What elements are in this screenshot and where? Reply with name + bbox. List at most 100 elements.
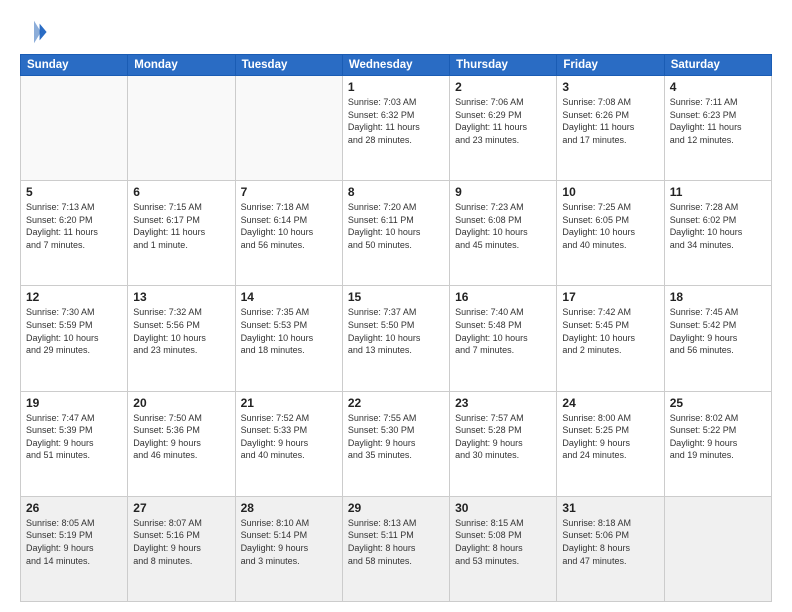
calendar-cell: 1 Sunrise: 7:03 AM Sunset: 6:32 PM Daylig… (342, 76, 449, 181)
week-row-2: 5 Sunrise: 7:13 AM Sunset: 6:20 PM Daylig… (21, 181, 772, 286)
week-row-4: 19Sunrise: 7:47 AM Sunset: 5:39 PM Dayli… (21, 391, 772, 496)
calendar-cell: 5 Sunrise: 7:13 AM Sunset: 6:20 PM Daylig… (21, 181, 128, 286)
weekday-header-friday: Friday (557, 55, 664, 76)
day-number: 17 (562, 290, 658, 304)
cell-info: Sunrise: 7:50 AM Sunset: 5:36 PM Dayligh… (133, 412, 229, 462)
page: SundayMondayTuesdayWednesdayThursdayFrid… (0, 0, 792, 612)
cell-info: Sunrise: 8:18 AM Sunset: 5:06 PM Dayligh… (562, 517, 658, 567)
day-number: 11 (670, 185, 766, 199)
weekday-header-tuesday: Tuesday (235, 55, 342, 76)
calendar-cell: 17Sunrise: 7:42 AM Sunset: 5:45 PM Dayli… (557, 286, 664, 391)
calendar-cell: 27 Sunrise: 8:07 AM Sunset: 5:16 PM Dayli… (128, 496, 235, 601)
cell-info: Sunrise: 7:23 AM Sunset: 6:08 PM Dayligh… (455, 201, 551, 251)
calendar-cell: 14 Sunrise: 7:35 AM Sunset: 5:53 PM Dayli… (235, 286, 342, 391)
cell-info: Sunrise: 8:02 AM Sunset: 5:22 PM Dayligh… (670, 412, 766, 462)
calendar-cell (664, 496, 771, 601)
day-number: 27 (133, 501, 229, 515)
cell-info: Sunrise: 7:18 AM Sunset: 6:14 PM Dayligh… (241, 201, 337, 251)
day-number: 12 (26, 290, 122, 304)
cell-info: Sunrise: 7:08 AM Sunset: 6:26 PM Dayligh… (562, 96, 658, 146)
cell-info: Sunrise: 7:45 AM Sunset: 5:42 PM Dayligh… (670, 306, 766, 356)
cell-info: Sunrise: 7:11 AM Sunset: 6:23 PM Dayligh… (670, 96, 766, 146)
calendar-cell: 24Sunrise: 8:00 AM Sunset: 5:25 PM Dayli… (557, 391, 664, 496)
calendar-cell: 10Sunrise: 7:25 AM Sunset: 6:05 PM Dayli… (557, 181, 664, 286)
day-number: 5 (26, 185, 122, 199)
cell-info: Sunrise: 7:40 AM Sunset: 5:48 PM Dayligh… (455, 306, 551, 356)
day-number: 2 (455, 80, 551, 94)
cell-info: Sunrise: 7:25 AM Sunset: 6:05 PM Dayligh… (562, 201, 658, 251)
calendar-cell: 21Sunrise: 7:52 AM Sunset: 5:33 PM Dayli… (235, 391, 342, 496)
day-number: 24 (562, 396, 658, 410)
cell-info: Sunrise: 8:07 AM Sunset: 5:16 PM Dayligh… (133, 517, 229, 567)
week-row-5: 26 Sunrise: 8:05 AM Sunset: 5:19 PM Dayli… (21, 496, 772, 601)
cell-info: Sunrise: 7:28 AM Sunset: 6:02 PM Dayligh… (670, 201, 766, 251)
day-number: 29 (348, 501, 444, 515)
day-number: 26 (26, 501, 122, 515)
cell-info: Sunrise: 7:30 AM Sunset: 5:59 PM Dayligh… (26, 306, 122, 356)
day-number: 30 (455, 501, 551, 515)
cell-info: Sunrise: 7:06 AM Sunset: 6:29 PM Dayligh… (455, 96, 551, 146)
weekday-header-monday: Monday (128, 55, 235, 76)
calendar-cell: 4 Sunrise: 7:11 AM Sunset: 6:23 PM Daylig… (664, 76, 771, 181)
day-number: 9 (455, 185, 551, 199)
calendar-cell (21, 76, 128, 181)
calendar-cell: 31 Sunrise: 8:18 AM Sunset: 5:06 PM Dayli… (557, 496, 664, 601)
week-row-3: 12 Sunrise: 7:30 AM Sunset: 5:59 PM Dayli… (21, 286, 772, 391)
weekday-header-saturday: Saturday (664, 55, 771, 76)
cell-info: Sunrise: 7:15 AM Sunset: 6:17 PM Dayligh… (133, 201, 229, 251)
cell-info: Sunrise: 7:32 AM Sunset: 5:56 PM Dayligh… (133, 306, 229, 356)
calendar-cell: 22Sunrise: 7:55 AM Sunset: 5:30 PM Dayli… (342, 391, 449, 496)
calendar-cell: 23 Sunrise: 7:57 AM Sunset: 5:28 PM Dayli… (450, 391, 557, 496)
cell-info: Sunrise: 7:03 AM Sunset: 6:32 PM Dayligh… (348, 96, 444, 146)
calendar-cell: 26 Sunrise: 8:05 AM Sunset: 5:19 PM Dayli… (21, 496, 128, 601)
cell-info: Sunrise: 8:15 AM Sunset: 5:08 PM Dayligh… (455, 517, 551, 567)
day-number: 28 (241, 501, 337, 515)
cell-info: Sunrise: 7:35 AM Sunset: 5:53 PM Dayligh… (241, 306, 337, 356)
weekday-header-wednesday: Wednesday (342, 55, 449, 76)
cell-info: Sunrise: 7:37 AM Sunset: 5:50 PM Dayligh… (348, 306, 444, 356)
day-number: 3 (562, 80, 658, 94)
calendar-cell: 20Sunrise: 7:50 AM Sunset: 5:36 PM Dayli… (128, 391, 235, 496)
day-number: 15 (348, 290, 444, 304)
day-number: 22 (348, 396, 444, 410)
weekday-header-thursday: Thursday (450, 55, 557, 76)
calendar-cell (128, 76, 235, 181)
calendar-cell: 12 Sunrise: 7:30 AM Sunset: 5:59 PM Dayli… (21, 286, 128, 391)
calendar-cell: 18 Sunrise: 7:45 AM Sunset: 5:42 PM Dayli… (664, 286, 771, 391)
calendar-cell: 3 Sunrise: 7:08 AM Sunset: 6:26 PM Daylig… (557, 76, 664, 181)
calendar-cell: 15 Sunrise: 7:37 AM Sunset: 5:50 PM Dayli… (342, 286, 449, 391)
calendar-cell: 13 Sunrise: 7:32 AM Sunset: 5:56 PM Dayli… (128, 286, 235, 391)
cell-info: Sunrise: 8:13 AM Sunset: 5:11 PM Dayligh… (348, 517, 444, 567)
calendar-cell: 25 Sunrise: 8:02 AM Sunset: 5:22 PM Dayli… (664, 391, 771, 496)
day-number: 1 (348, 80, 444, 94)
day-number: 4 (670, 80, 766, 94)
cell-info: Sunrise: 7:52 AM Sunset: 5:33 PM Dayligh… (241, 412, 337, 462)
calendar-cell: 2 Sunrise: 7:06 AM Sunset: 6:29 PM Daylig… (450, 76, 557, 181)
cell-info: Sunrise: 7:13 AM Sunset: 6:20 PM Dayligh… (26, 201, 122, 251)
calendar-cell: 16 Sunrise: 7:40 AM Sunset: 5:48 PM Dayli… (450, 286, 557, 391)
day-number: 19 (26, 396, 122, 410)
cell-info: Sunrise: 8:05 AM Sunset: 5:19 PM Dayligh… (26, 517, 122, 567)
logo-icon (20, 18, 48, 46)
header (20, 18, 772, 46)
calendar-cell: 11 Sunrise: 7:28 AM Sunset: 6:02 PM Dayli… (664, 181, 771, 286)
calendar-cell: 30 Sunrise: 8:15 AM Sunset: 5:08 PM Dayli… (450, 496, 557, 601)
day-number: 18 (670, 290, 766, 304)
calendar-cell: 19Sunrise: 7:47 AM Sunset: 5:39 PM Dayli… (21, 391, 128, 496)
day-number: 14 (241, 290, 337, 304)
day-number: 8 (348, 185, 444, 199)
calendar-cell (235, 76, 342, 181)
day-number: 7 (241, 185, 337, 199)
weekday-header-sunday: Sunday (21, 55, 128, 76)
cell-info: Sunrise: 7:57 AM Sunset: 5:28 PM Dayligh… (455, 412, 551, 462)
logo (20, 18, 52, 46)
cell-info: Sunrise: 8:10 AM Sunset: 5:14 PM Dayligh… (241, 517, 337, 567)
day-number: 25 (670, 396, 766, 410)
day-number: 31 (562, 501, 658, 515)
day-number: 16 (455, 290, 551, 304)
cell-info: Sunrise: 7:20 AM Sunset: 6:11 PM Dayligh… (348, 201, 444, 251)
calendar-cell: 8 Sunrise: 7:20 AM Sunset: 6:11 PM Daylig… (342, 181, 449, 286)
day-number: 23 (455, 396, 551, 410)
calendar-cell: 6Sunrise: 7:15 AM Sunset: 6:17 PM Daylig… (128, 181, 235, 286)
day-number: 13 (133, 290, 229, 304)
